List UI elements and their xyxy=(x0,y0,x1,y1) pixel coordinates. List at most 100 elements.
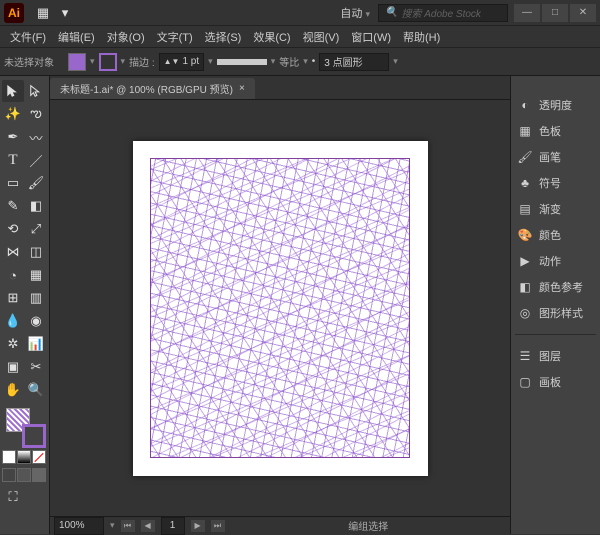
color-mode[interactable] xyxy=(2,450,16,464)
graph-tool[interactable]: 📊 xyxy=(25,333,47,355)
lasso-tool[interactable]: ఌ xyxy=(25,103,47,125)
document-tabs: 未标题-1.ai* @ 100% (RGB/GPU 预览) × xyxy=(50,76,510,100)
fill-stroke-control[interactable] xyxy=(6,408,46,448)
stroke-preview[interactable] xyxy=(217,59,267,65)
artboard-number[interactable]: 1 xyxy=(161,517,185,535)
menu-view[interactable]: 视图(V) xyxy=(297,27,346,47)
line-tool[interactable]: ／ xyxy=(25,149,47,171)
panel-symbols[interactable]: ♣符号 xyxy=(515,172,596,194)
hand-tool[interactable]: ✋ xyxy=(2,379,24,401)
search-input[interactable]: 🔍 搜索 Adobe Stock xyxy=(378,4,508,22)
panel-graphicstyles[interactable]: ◎图形样式 xyxy=(515,302,596,324)
transparency-icon: ◐ xyxy=(517,97,533,113)
mesh-tool[interactable]: ⊞ xyxy=(2,287,24,309)
paintbrush-tool[interactable]: 🖌 xyxy=(25,172,47,194)
panel-brushes[interactable]: 🖌画笔 xyxy=(515,146,596,168)
zoom-field[interactable]: 100% xyxy=(54,517,104,535)
menu-file[interactable]: 文件(F) xyxy=(4,27,52,47)
colorguide-icon: ◧ xyxy=(517,279,533,295)
none-mode[interactable] xyxy=(32,450,46,464)
bridge-icon[interactable]: ▦ xyxy=(32,2,54,24)
draw-behind[interactable] xyxy=(17,468,31,482)
actions-icon: ▶ xyxy=(517,253,533,269)
no-selection-label: 未选择对象 xyxy=(4,54,54,69)
free-transform-tool[interactable]: ◫ xyxy=(25,241,47,263)
screen-mode[interactable]: ⛶ xyxy=(2,486,24,508)
brushes-icon: 🖌 xyxy=(517,149,533,165)
panel-layers[interactable]: ☰图层 xyxy=(515,345,596,367)
workspace-dropdown[interactable]: 自动 ▾ xyxy=(332,5,378,21)
magic-wand-tool[interactable]: ✨ xyxy=(2,103,24,125)
brush-field[interactable]: 3 点圆形 xyxy=(319,53,389,71)
rotate-tool[interactable]: ⟲ xyxy=(2,218,24,240)
status-hint: 编组选择 xyxy=(348,518,388,533)
rectangle-tool[interactable]: ▭ xyxy=(2,172,24,194)
next-artboard-button[interactable]: ▶ xyxy=(191,520,205,532)
eyedropper-tool[interactable]: 💧 xyxy=(2,310,24,332)
gradient-icon: ▤ xyxy=(517,201,533,217)
fill-swatch[interactable] xyxy=(68,53,86,71)
direct-selection-tool[interactable] xyxy=(25,80,47,102)
panel-dock: ◐透明度 ▦色板 🖌画笔 ♣符号 ▤渐变 🎨颜色 ▶动作 ◧颜色参考 ◎图形样式… xyxy=(510,76,600,534)
panel-artboards[interactable]: ▢画板 xyxy=(515,371,596,393)
menu-help[interactable]: 帮助(H) xyxy=(397,27,446,47)
close-tab-icon[interactable]: × xyxy=(239,83,245,94)
stroke-label: 描边 : xyxy=(129,54,155,69)
menu-edit[interactable]: 编辑(E) xyxy=(52,27,101,47)
menubar: 文件(F) 编辑(E) 对象(O) 文字(T) 选择(S) 效果(C) 视图(V… xyxy=(0,26,600,48)
menu-type[interactable]: 文字(T) xyxy=(151,27,199,47)
draw-normal[interactable] xyxy=(2,468,16,482)
menu-select[interactable]: 选择(S) xyxy=(199,27,248,47)
perspective-tool[interactable]: ▦ xyxy=(25,264,47,286)
gradient-tool[interactable]: ▥ xyxy=(25,287,47,309)
document-tab-label: 未标题-1.ai* @ 100% (RGB/GPU 预览) xyxy=(60,81,233,96)
statusbar: 100% ▾ ⏮ ◀ 1 ▶ ⏭ 编组选择 xyxy=(50,516,510,534)
search-icon: 🔍 xyxy=(385,7,397,18)
last-artboard-button[interactable]: ⏭ xyxy=(211,520,225,532)
color-icon: 🎨 xyxy=(517,227,533,243)
panel-swatches[interactable]: ▦色板 xyxy=(515,120,596,142)
panel-gradient[interactable]: ▤渐变 xyxy=(515,198,596,220)
width-tool[interactable]: ⋈ xyxy=(2,241,24,263)
first-artboard-button[interactable]: ⏮ xyxy=(121,520,135,532)
maximize-button[interactable]: □ xyxy=(542,4,568,22)
swatches-icon: ▦ xyxy=(517,123,533,139)
selection-tool[interactable] xyxy=(2,80,24,102)
panel-colorguide[interactable]: ◧颜色参考 xyxy=(515,276,596,298)
shaper-tool[interactable]: ✎ xyxy=(2,195,24,217)
menu-window[interactable]: 窗口(W) xyxy=(345,27,397,47)
menu-effect[interactable]: 效果(C) xyxy=(247,27,296,47)
blend-tool[interactable]: ◉ xyxy=(25,310,47,332)
eraser-tool[interactable]: ◧ xyxy=(25,195,47,217)
close-button[interactable]: ✕ xyxy=(570,4,596,22)
shape-builder-tool[interactable]: ◔ xyxy=(2,264,24,286)
options-bar: 未选择对象 ▾ ▾ 描边 : ▲▼1 pt ▾ ▾ 等比 ▾ • 3 点圆形 ▾ xyxy=(0,48,600,76)
draw-inside[interactable] xyxy=(32,468,46,482)
curvature-tool[interactable]: 〰 xyxy=(25,126,47,148)
scale-tool[interactable]: ⤢ xyxy=(25,218,47,240)
pen-tool[interactable]: ✒ xyxy=(2,126,24,148)
type-tool[interactable]: T xyxy=(2,149,24,171)
proportion-label[interactable]: 等比 xyxy=(279,54,299,69)
panel-transparency[interactable]: ◐透明度 xyxy=(515,94,596,116)
artboards-icon: ▢ xyxy=(517,374,533,390)
slice-tool[interactable]: ✂ xyxy=(25,356,47,378)
artboard-tool[interactable]: ▣ xyxy=(2,356,24,378)
stroke-color[interactable] xyxy=(22,424,46,448)
stroke-weight-field[interactable]: ▲▼1 pt xyxy=(159,53,205,71)
zoom-tool[interactable]: 🔍 xyxy=(25,379,47,401)
panel-color[interactable]: 🎨颜色 xyxy=(515,224,596,246)
document-tab[interactable]: 未标题-1.ai* @ 100% (RGB/GPU 预览) × xyxy=(50,78,255,99)
minimize-button[interactable]: — xyxy=(514,4,540,22)
panel-actions[interactable]: ▶动作 xyxy=(515,250,596,272)
canvas[interactable] xyxy=(50,100,510,516)
symbols-icon: ♣ xyxy=(517,175,533,191)
stroke-swatch[interactable] xyxy=(99,53,117,71)
gradient-mode[interactable] xyxy=(17,450,31,464)
pattern-rectangle[interactable] xyxy=(150,158,410,458)
symbol-sprayer-tool[interactable]: ✲ xyxy=(2,333,24,355)
graphicstyles-icon: ◎ xyxy=(517,305,533,321)
arrange-icon[interactable]: ▾ xyxy=(54,2,76,24)
prev-artboard-button[interactable]: ◀ xyxy=(141,520,155,532)
menu-object[interactable]: 对象(O) xyxy=(101,27,151,47)
